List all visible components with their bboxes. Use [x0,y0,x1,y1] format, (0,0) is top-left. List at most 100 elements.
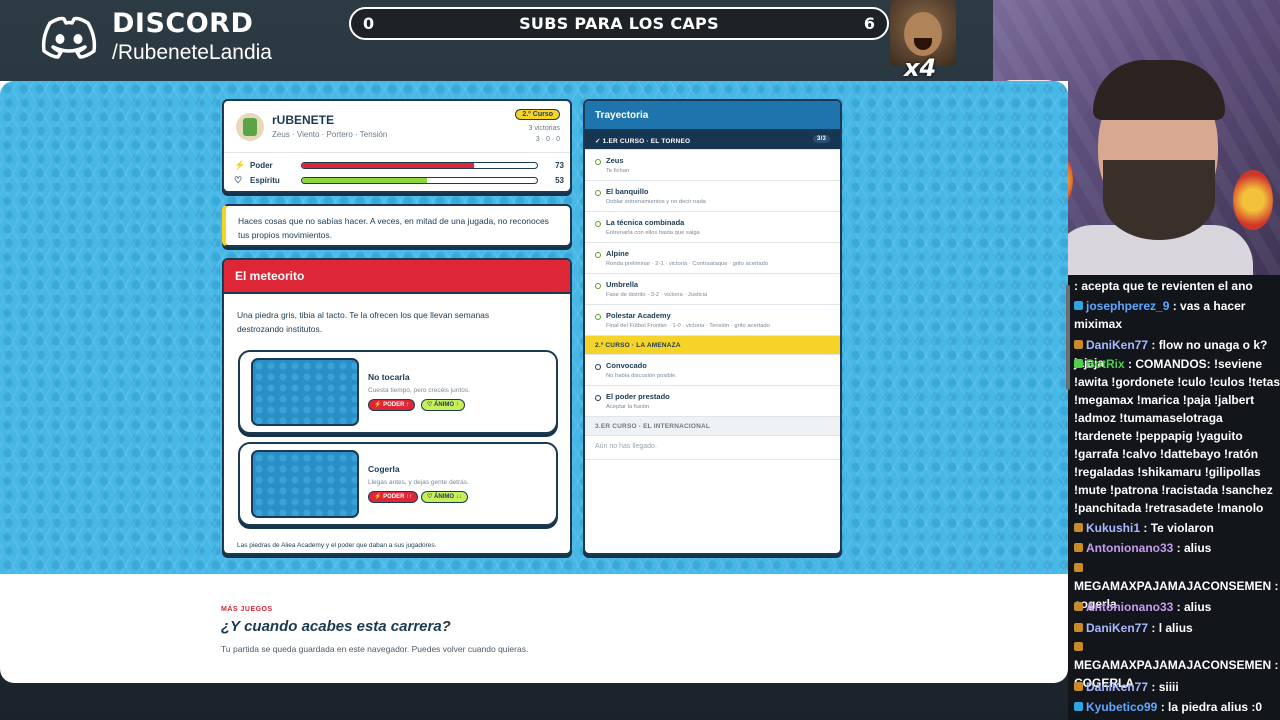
subs-goal-bar: 0 SUBS PARA LOS CAPS 6 [349,7,889,40]
chat-text: : acepta que te revienten el ano [1074,279,1253,293]
discord-handle: /RubeneteLandia [112,41,272,64]
event-description: Una piedra gris, tibia al tacto. Te la o… [237,310,490,334]
trajectory-title: Trayectoria [595,110,649,121]
chat-scrollbar[interactable] [1066,285,1070,390]
quote-text: Haces cosas que no sabías hacer. A veces… [238,216,549,240]
chat-message: josephperez_9 : vas a hacer miximax [1074,297,1280,333]
player-name: rUBENETE [272,113,335,127]
stat-value: 53 [555,176,564,185]
chat-username[interactable]: DaniKen77 [1086,621,1151,635]
narrative-quote: Haces cosas que no sabías hacer. A veces… [222,204,572,247]
stat-value: 73 [555,161,564,170]
choice-image [251,358,359,426]
user-badge-icon [1074,702,1083,711]
animo-tag: ♡ ÁNIMO ↑ [421,399,465,411]
user-badge-icon [1074,682,1083,691]
profile-card: rUBENETE Zeus · Viento · Portero · Tensi… [222,99,572,193]
section-count: 3/3 [813,135,830,143]
choice-cogerla[interactable]: Cogerla Llegas antes, y dejas gente detr… [238,442,558,526]
user-badge-icon [1074,563,1083,572]
stat-bar [301,162,538,169]
subs-end: 6 [863,14,875,33]
user-badge-icon [1074,340,1083,349]
trajectory-item: Convocado No había discusión posible. [585,355,840,386]
discord-icon [41,16,97,59]
bolt-icon: ⚡ [234,160,246,170]
animo-tag: ♡ ÁNIMO ↓↓ [421,491,468,503]
subs-label: SUBS PARA LOS CAPS [519,14,719,33]
event-header: El meteorito [224,260,570,294]
chat-message: BotRix : COMANDOS: !seviene !awita !gord… [1074,355,1280,517]
chat-message: Antonionano33 : alius [1074,539,1280,557]
more-games-kicker: MÁS JUEGOS [221,606,273,613]
trajectory-item: Umbrella Fase de distrito · 3-2 · victori… [585,274,840,305]
event-footer: Las piedras de Aliea Academy y el poder … [237,542,437,549]
trajectory-item: Alpine Ronda preliminar · 2-1 · victoria … [585,243,840,274]
player-subtitle: Zeus · Viento · Portero · Tensión [272,130,388,139]
chat-text: : la piedra alius :0 [1160,700,1263,714]
poder-tag: ⚡ PODER ↑↑ [368,491,419,503]
section-label: 1.ER CURSO · EL TORNEO [602,138,691,145]
multiplier-label: x4 [904,54,937,82]
section-label: 2.º CURSO · LA AMENAZA [595,342,681,349]
trajectory-item: Zeus Te fichan [585,150,840,181]
event-title: El meteorito [235,269,305,283]
course-badge: 2.º Curso [515,109,560,120]
chat-message: Antonionano33 : alius [1074,598,1280,616]
choice-subtitle: Cuesta tiempo, pero crecéis juntos. [368,387,470,394]
chat-username[interactable]: DaniKen77 [1086,680,1151,694]
user-badge-icon [1074,623,1083,632]
chat-username[interactable]: josephperez_9 [1086,299,1173,313]
user-badge-icon [1074,602,1083,611]
trajectory-item: La técnica combinada Entrenarla con ellos… [585,212,840,243]
section-second-year[interactable]: 2.º CURSO · LA AMENAZA [585,336,840,355]
more-games-title: ¿Y cuando acabes esta carrera? [221,618,451,635]
chat-message: Kyubetico99 : la piedra alius :0 [1074,698,1280,716]
chat-username[interactable]: Antonionano33 [1086,600,1177,614]
discord-title: DISCORD [112,8,254,39]
chat-text: : l alius [1151,621,1193,635]
section-first-year[interactable]: ✓ 1.ER CURSO · EL TORNEO 3/3 [585,131,840,150]
stat-row-poder: ⚡ Poder 73 [234,160,564,172]
stat-label: Espíritu [250,176,280,185]
chat-username[interactable]: DaniKen77 [1086,338,1151,352]
player-avatar [236,113,264,141]
heart-icon: ♡ [234,175,243,185]
user-badge-icon [1074,642,1083,651]
chat-panel: : acepta que te revienten el ano josephpe… [1068,275,1280,720]
trajectory-panel: Trayectoria ✓ 1.ER CURSO · EL TORNEO 3/3 … [583,99,842,555]
choice-no-tocarla[interactable]: No tocarla Cuesta tiempo, pero crecéis j… [238,350,558,434]
chat-text: : alius [1176,541,1212,555]
subs-start: 0 [363,14,375,33]
trajectory-item: El poder prestado Aceptar la fusión [585,386,840,417]
chat-text: : alius [1176,600,1212,614]
wins-count: 3 victorias [528,125,560,132]
trajectory-item: El banquillo Doblar entrenamientos y no d… [585,181,840,212]
chat-username[interactable]: Antonionano33 [1086,541,1177,555]
chat-username[interactable]: MEGAMAXPAJAMAJACONSEMEN [1074,579,1274,593]
chat-username[interactable]: MEGAMAXPAJAMAJACONSEMEN [1074,658,1274,672]
event-card: El meteorito Una piedra gris, tibia al t… [222,258,572,555]
chat-username[interactable]: Kukushi1 [1086,521,1143,535]
choice-title: Cogerla [368,464,400,474]
choice-subtitle: Llegas antes, y dejas gente detrás. [368,479,469,486]
chat-message: : acepta que te revienten el ano [1074,277,1280,295]
stat-bar [301,177,538,184]
user-badge-icon [1074,359,1083,368]
chat-message: DaniKen77 : l alius [1074,619,1280,637]
chat-text: : Te violaron [1143,521,1214,535]
record-stats: 3 · 0 · 0 [535,136,560,143]
discord-overlay: DISCORD /RubeneteLandia [40,8,272,66]
user-badge-icon [1074,301,1083,310]
stat-label: Poder [250,161,273,170]
chat-username[interactable]: BotRix [1086,357,1128,371]
section-third-year[interactable]: 3.ER CURSO · EL INTERNACIONAL [585,417,840,436]
poder-tag: ⚡ PODER ↑ [368,399,416,411]
chat-username[interactable]: Kyubetico99 [1086,700,1161,714]
stat-row-espiritu: ♡ Espíritu 53 [234,175,564,187]
trajectory-item: Polestar Academy Final del Fútbol Frontie… [585,305,840,336]
empty-message: Aún no has llegado. [585,436,840,460]
section-label: 3.ER CURSO · EL INTERNACIONAL [595,423,711,430]
trajectory-header: Trayectoria [585,101,840,131]
chat-text: : siiii [1151,680,1179,694]
